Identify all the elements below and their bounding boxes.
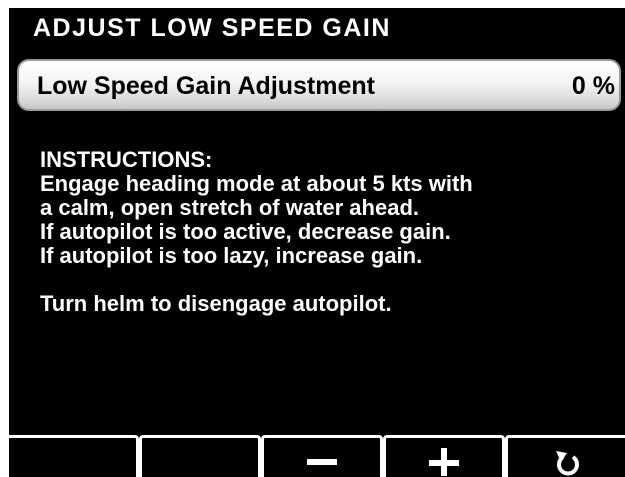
low-speed-gain-field[interactable]: Low Speed Gain Adjustment 0 %	[17, 59, 621, 111]
instruction-line: If autopilot is too lazy, increase gain.	[40, 243, 423, 268]
autopilot-display: ADJUST LOW SPEED GAIN Low Speed Gain Adj…	[9, 8, 625, 477]
softkey-bar	[9, 435, 625, 477]
title-bar: ADJUST LOW SPEED GAIN	[9, 8, 625, 46]
page-title: ADJUST LOW SPEED GAIN	[33, 14, 391, 42]
setting-value: 0 %	[571, 72, 615, 100]
instructions-heading: INSTRUCTIONS:	[40, 147, 213, 172]
decrease-button[interactable]	[261, 435, 383, 477]
instructions-panel: INSTRUCTIONS: Engage heading mode at abo…	[40, 148, 473, 316]
disengage-note: Turn helm to disengage autopilot.	[40, 291, 392, 316]
instruction-line: a calm, open stretch of water ahead.	[40, 195, 420, 220]
increase-button[interactable]	[383, 435, 505, 477]
return-arrow-icon	[556, 451, 579, 476]
setting-label: Low Speed Gain Adjustment	[37, 72, 375, 100]
softkey-1-button[interactable]	[9, 435, 139, 477]
instruction-line: Engage heading mode at about 5 kts with	[40, 171, 473, 196]
softkey-2-button[interactable]	[139, 435, 261, 477]
instruction-line: If autopilot is too active, decrease gai…	[40, 219, 451, 244]
minus-icon	[307, 459, 337, 465]
plus-icon	[429, 448, 459, 476]
return-button[interactable]	[505, 435, 625, 477]
